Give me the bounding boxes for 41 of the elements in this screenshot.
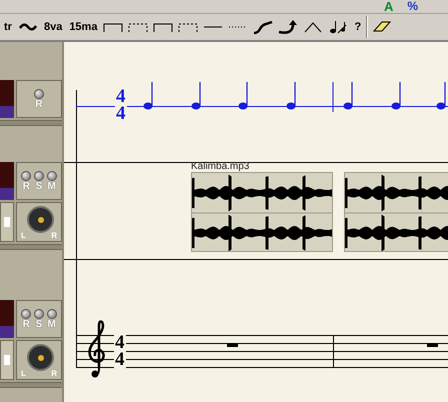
clip-title: Kalimba.mp3 [191,161,250,173]
pan-knob[interactable] [27,344,54,371]
pan-knob[interactable] [27,206,54,233]
led-icon [34,308,44,318]
pan-left-label: L [21,232,26,240]
track-toggle-button[interactable]: M [46,308,57,330]
pan-left-label: L [21,370,26,378]
time-signature: 4 4 [115,88,126,122]
text-tool-button[interactable]: A [384,0,394,13]
pan-right-label: R [51,232,57,240]
level-display [0,162,14,200]
track-toggle-button[interactable]: R [34,88,44,110]
led-icon [21,170,32,180]
time-signature: 4 4 [114,334,126,368]
toolbar-button[interactable]: ? [352,18,364,36]
track-toggle-button[interactable]: M [46,170,57,192]
level-display [0,300,14,338]
audio-clip-waveform[interactable] [191,172,333,252]
pan-right-label: R [51,370,57,378]
led-icon [46,308,57,318]
track-toggle-button[interactable]: S [34,170,44,192]
speaker-button[interactable] [0,340,14,380]
grace-note-icon[interactable] [327,19,350,35]
toolbar-button[interactable]: tr [2,18,14,36]
curved-arrow-icon[interactable] [277,19,300,35]
level-display [0,80,14,118]
led-icon [34,170,44,180]
speaker-icon [4,355,10,365]
toolbar-button[interactable]: 15ma [67,18,100,36]
speaker-icon [4,217,10,227]
track-toggle-button[interactable]: S [34,308,44,330]
track-toggle-button[interactable]: R [21,170,32,192]
glissando-icon[interactable] [252,19,274,35]
led-icon [34,88,44,98]
toolbar-button[interactable]: 8va [42,18,64,36]
track-toggle-button[interactable]: R [21,308,32,330]
speaker-button[interactable] [0,202,14,242]
percent-button[interactable]: % [407,0,418,13]
led-icon [21,308,32,318]
audio-clip-waveform[interactable] [344,172,448,252]
led-icon [46,170,57,180]
